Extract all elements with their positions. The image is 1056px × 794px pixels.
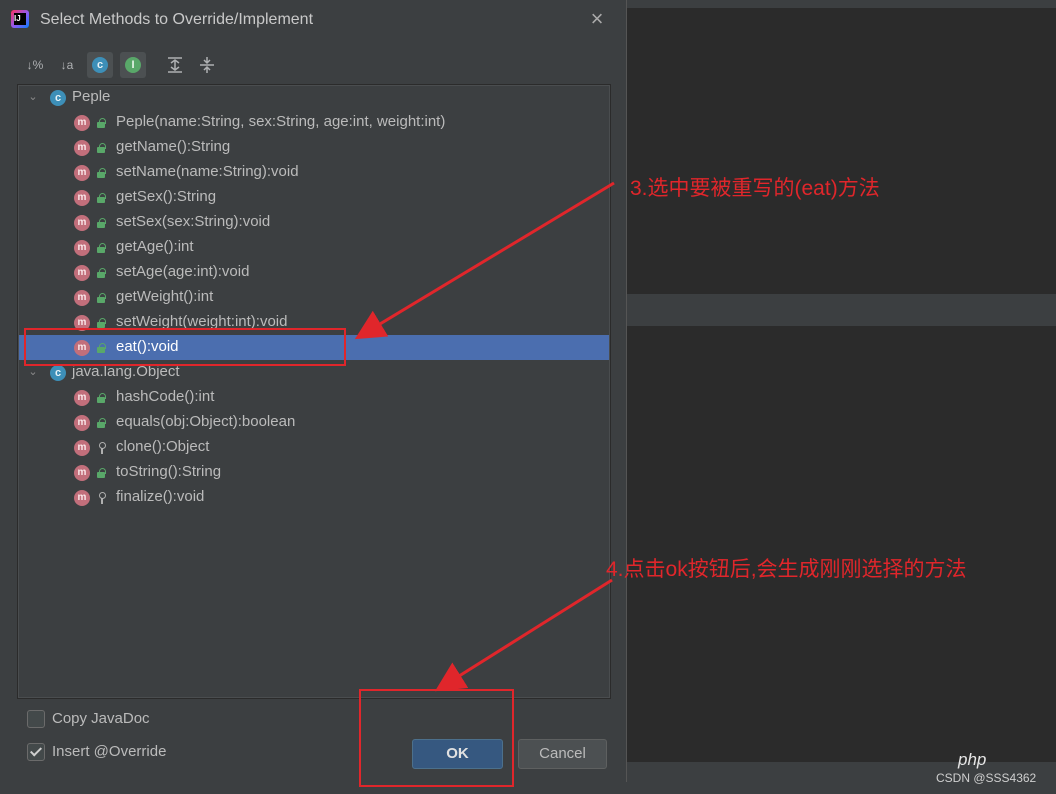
php-watermark-logo: php — [958, 750, 987, 769]
annotation-arrows — [354, 181, 615, 692]
arrow-to-ok — [434, 578, 613, 692]
annotation-step4: 4.点击ok按钮后,会生成刚刚选择的方法 — [606, 558, 967, 581]
annotation-step3: 3.选中要被重写的(eat)方法 — [630, 177, 880, 200]
arrow-to-eat — [354, 181, 615, 340]
csdn-watermark: CSDN @SSS4362 — [936, 771, 1037, 785]
